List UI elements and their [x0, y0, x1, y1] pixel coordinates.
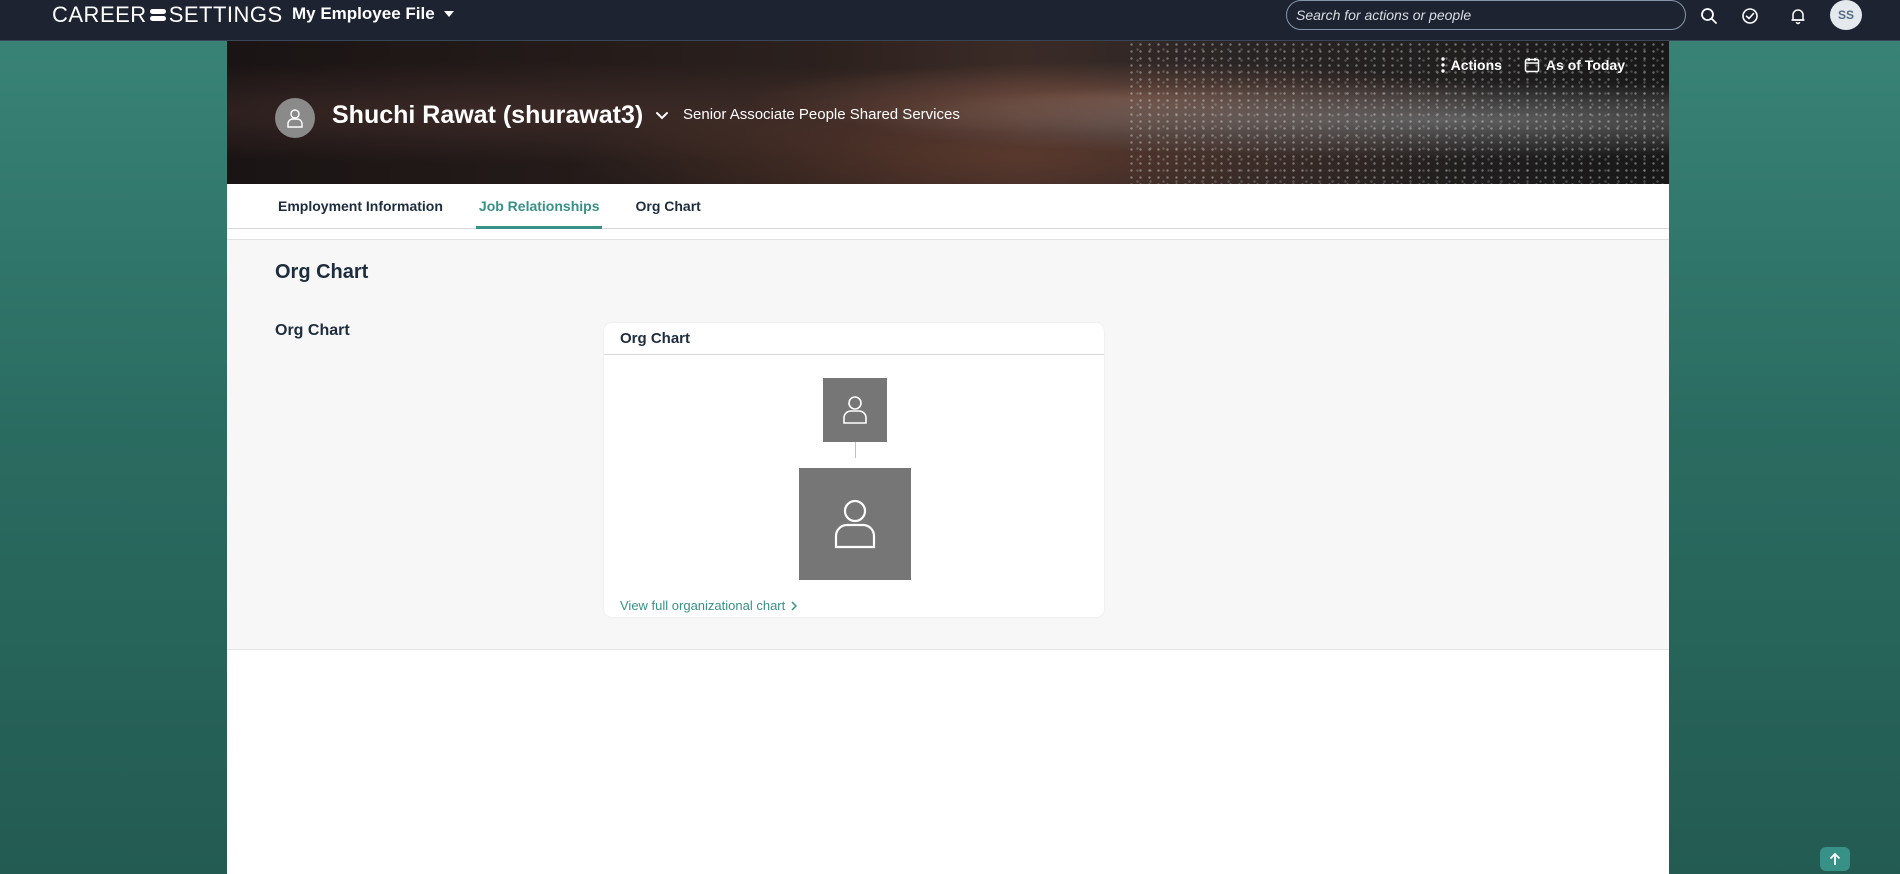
tab-employment-information[interactable]: Employment Information — [275, 184, 446, 229]
org-node-self[interactable] — [799, 468, 911, 580]
actions-label: Actions — [1450, 57, 1502, 73]
chevron-down-icon — [443, 11, 454, 17]
arrow-up-icon — [1829, 852, 1841, 865]
tab-bar: Employment Information Job Relationships… — [227, 184, 1669, 229]
calendar-icon — [1524, 58, 1540, 73]
employee-name: Shuchi Rawat (shurawat3) — [332, 101, 644, 129]
profile-name: Shuchi Rawat (shurawat3) — [332, 101, 669, 130]
check-circle-icon[interactable] — [1738, 4, 1762, 28]
org-chart-section: Org Chart Org Chart Org Chart View full … — [227, 239, 1669, 650]
user-avatar[interactable]: SS — [1830, 0, 1862, 30]
view-link-label: View full organizational chart — [620, 598, 786, 613]
person-icon — [843, 396, 867, 424]
person-icon — [834, 499, 876, 549]
profile-header: Actions As of Today Shuchi Rawat (shuraw… — [227, 41, 1669, 184]
app-menu-label: My Employee File — [292, 4, 435, 23]
scroll-to-top-button[interactable] — [1820, 847, 1850, 871]
subsection-label: Org Chart — [275, 322, 350, 339]
app-menu-button[interactable]: My Employee File — [292, 4, 454, 24]
shell-bar: CAREER SETTINGS My Employee File SS — [0, 0, 1900, 41]
org-chart-card-title: Org Chart — [604, 323, 1104, 355]
tab-org-chart[interactable]: Org Chart — [632, 184, 703, 229]
employee-file-page: Actions As of Today Shuchi Rawat (shuraw… — [227, 41, 1669, 874]
search-input[interactable] — [1296, 7, 1685, 23]
bell-icon[interactable] — [1786, 4, 1810, 28]
as-of-date-button[interactable]: As of Today — [1524, 57, 1625, 73]
logo-text-right: SETTINGS — [168, 2, 283, 27]
chevron-down-icon[interactable] — [655, 111, 669, 121]
actions-button[interactable]: Actions — [1440, 57, 1502, 73]
search-box[interactable] — [1286, 0, 1686, 30]
org-chart-card: Org Chart View full organizational chart — [604, 323, 1104, 617]
org-connector-line — [855, 442, 856, 458]
tab-job-relationships[interactable]: Job Relationships — [475, 184, 603, 229]
as-of-date-label: As of Today — [1545, 57, 1625, 73]
job-title: Senior Associate People Shared Services — [683, 106, 960, 123]
search-icon[interactable] — [1697, 4, 1721, 28]
chevron-right-icon — [791, 600, 798, 611]
more-vertical-icon — [1440, 57, 1445, 73]
section-title: Org Chart — [275, 261, 369, 283]
org-node-manager[interactable] — [823, 378, 887, 442]
tabs-spacer — [227, 229, 1669, 239]
logo-mark-icon — [149, 8, 166, 22]
header-actions: Actions As of Today — [1440, 57, 1625, 73]
view-full-org-chart-link[interactable]: View full organizational chart — [620, 598, 798, 613]
company-logo[interactable]: CAREER SETTINGS — [52, 2, 283, 28]
profile-avatar[interactable] — [275, 98, 315, 138]
person-icon — [287, 109, 303, 128]
logo-text-left: CAREER — [52, 2, 147, 27]
